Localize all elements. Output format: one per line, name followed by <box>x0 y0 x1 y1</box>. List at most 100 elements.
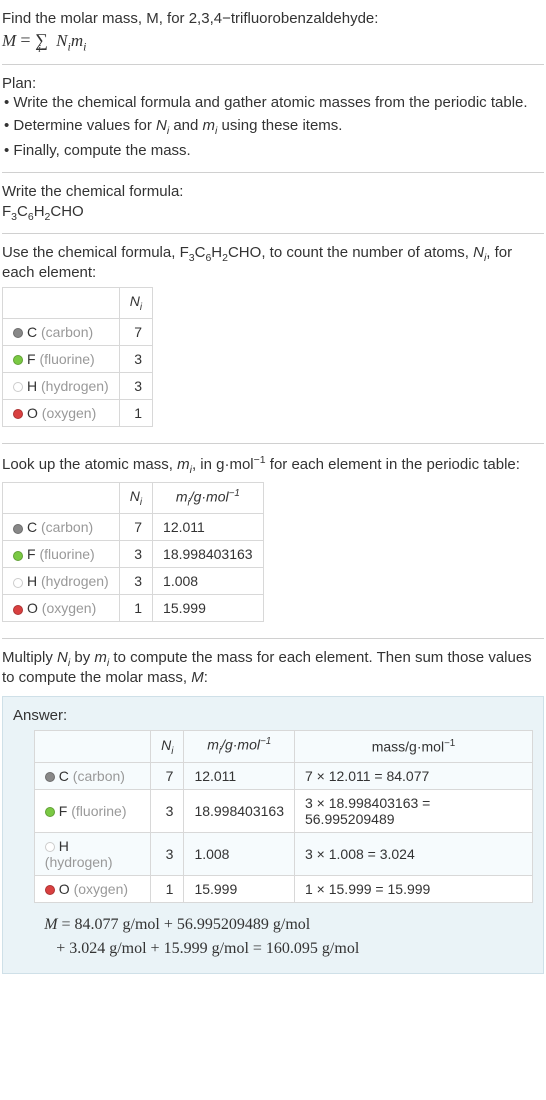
element-dot-icon <box>45 772 55 782</box>
n-cell: 7 <box>119 318 152 345</box>
eq-sum: = ∑i <box>20 30 48 50</box>
th-blank <box>34 731 150 762</box>
plan-mi: mi <box>203 117 218 134</box>
table-header-row: Ni mi/g·mol−1 <box>3 482 264 513</box>
element-dot-icon <box>45 807 55 817</box>
plan-bullet-1: • Write the chemical formula and gather … <box>2 92 544 115</box>
m-cell: 15.999 <box>153 595 264 622</box>
intro-text: Find the molar mass, M, for 2,3,4−triflu… <box>2 10 378 27</box>
th-ni: Ni <box>119 482 152 513</box>
m-cell: 1.008 <box>184 832 295 875</box>
table-row: F (fluorine)318.9984031633 × 18.99840316… <box>34 789 532 832</box>
n-cell: 1 <box>151 875 184 902</box>
table-header-row: Ni mi/g·mol−1 mass/g·mol−1 <box>34 731 532 762</box>
plan-section: Plan: • Write the chemical formula and g… <box>2 69 544 168</box>
mul-M: M <box>191 669 204 686</box>
lookup-section: Look up the atomic mass, mi, in g·mol−1 … <box>2 448 544 634</box>
element-cell: H (hydrogen) <box>3 372 120 399</box>
answer-box: Answer: Ni mi/g·mol−1 mass/g·mol−1 C (ca… <box>2 696 544 973</box>
element-dot-icon <box>13 355 23 365</box>
mass-cell: 3 × 1.008 = 3.024 <box>294 832 532 875</box>
mul-ni: Ni <box>57 649 70 666</box>
element-dot-icon <box>45 885 55 895</box>
m-cell: 18.998403163 <box>184 789 295 832</box>
element-cell: O (oxygen) <box>3 595 120 622</box>
element-cell: C (carbon) <box>34 762 150 789</box>
table-row: O (oxygen)115.9991 × 15.999 = 15.999 <box>34 875 532 902</box>
eq-nm: Nimi <box>56 31 86 50</box>
table-row: C (carbon)712.011 <box>3 514 264 541</box>
count-ta: Use the chemical formula, <box>2 244 180 261</box>
mass-cell: 3 × 18.998403163 = 56.995209489 <box>294 789 532 832</box>
mul-ta: Multiply <box>2 649 57 666</box>
m-cell: 12.011 <box>184 762 295 789</box>
element-dot-icon <box>13 551 23 561</box>
plan-b2c: using these items. <box>217 117 342 134</box>
lookup-tc: for each element in the periodic table: <box>266 456 520 473</box>
plan-ni: Ni <box>156 117 169 134</box>
plan-bullet-2: • Determine values for Ni and mi using t… <box>2 115 544 140</box>
table-row: H (hydrogen)31.0083 × 1.008 = 3.024 <box>34 832 532 875</box>
element-cell: O (oxygen) <box>3 399 120 426</box>
element-cell: F (fluorine) <box>3 541 120 568</box>
table-row: H (hydrogen)3 <box>3 372 153 399</box>
mul-td: : <box>204 669 208 686</box>
mass-cell: 1 × 15.999 = 15.999 <box>294 875 532 902</box>
n-cell: 3 <box>119 345 152 372</box>
multiply-text: Multiply Ni by mi to compute the mass fo… <box>2 649 544 686</box>
element-cell: F (fluorine) <box>3 345 120 372</box>
count-ni: Ni <box>473 244 486 261</box>
table-row: O (oxygen)1 <box>3 399 153 426</box>
n-cell: 3 <box>119 541 152 568</box>
element-cell: C (carbon) <box>3 318 120 345</box>
mul-mi: mi <box>94 649 109 666</box>
multiply-section: Multiply Ni by mi to compute the mass fo… <box>2 643 544 692</box>
th-blank <box>3 482 120 513</box>
th-mi: mi/g·mol−1 <box>184 731 295 762</box>
intro-line1: Find the molar mass, M, for 2,3,4−triflu… <box>2 10 544 27</box>
write-formula-header: Write the chemical formula: <box>2 183 544 200</box>
m-cell: 15.999 <box>184 875 295 902</box>
table-row: C (carbon)7 <box>3 318 153 345</box>
th-mi: mi/g·mol−1 <box>153 482 264 513</box>
answer-table: Ni mi/g·mol−1 mass/g·mol−1 C (carbon)712… <box>34 730 533 902</box>
chemical-formula: F3C6H2CHO <box>2 203 544 223</box>
count-table: Ni C (carbon)7F (fluorine)3H (hydrogen)3… <box>2 287 153 427</box>
n-cell: 7 <box>151 762 184 789</box>
intro-section: Find the molar mass, M, for 2,3,4−triflu… <box>2 4 544 60</box>
lookup-text: Look up the atomic mass, mi, in g·mol−1 … <box>2 454 544 476</box>
n-cell: 7 <box>119 514 152 541</box>
th-mass: mass/g·mol−1 <box>294 731 532 762</box>
mul-tb: by <box>70 649 94 666</box>
final-equation: M = 84.077 g/mol + 56.995209489 g/mol + … <box>44 913 533 961</box>
n-cell: 3 <box>151 789 184 832</box>
table-row: H (hydrogen)31.008 <box>3 568 264 595</box>
n-cell: 1 <box>119 399 152 426</box>
element-cell: F (fluorine) <box>34 789 150 832</box>
table-row: F (fluorine)318.998403163 <box>3 541 264 568</box>
element-dot-icon <box>13 578 23 588</box>
table-row: O (oxygen)115.999 <box>3 595 264 622</box>
write-formula-section: Write the chemical formula: F3C6H2CHO <box>2 177 544 229</box>
lookup-mi: mi <box>177 456 192 473</box>
lookup-tb: , in g·mol <box>192 456 254 473</box>
th-ni: Ni <box>151 731 184 762</box>
element-dot-icon <box>13 382 23 392</box>
n-cell: 3 <box>119 568 152 595</box>
table-header-row: Ni <box>3 288 153 319</box>
mass-cell: 7 × 12.011 = 84.077 <box>294 762 532 789</box>
plan-b2b: and <box>169 117 202 134</box>
intro-equation: M = ∑i Nimi <box>2 30 544 54</box>
element-cell: C (carbon) <box>3 514 120 541</box>
element-dot-icon <box>13 409 23 419</box>
plan-bullet-3: • Finally, compute the mass. <box>2 140 544 163</box>
plan-header: Plan: <box>2 75 544 92</box>
eq-m: M <box>2 31 16 50</box>
count-text: Use the chemical formula, F3C6H2CHO, to … <box>2 244 544 281</box>
n-cell: 3 <box>119 372 152 399</box>
count-tb: , to count the number of atoms, <box>261 244 473 261</box>
element-dot-icon <box>13 328 23 338</box>
th-ni: Ni <box>119 288 152 319</box>
plan-b2a: • Determine values for <box>4 117 156 134</box>
element-dot-icon <box>13 524 23 534</box>
